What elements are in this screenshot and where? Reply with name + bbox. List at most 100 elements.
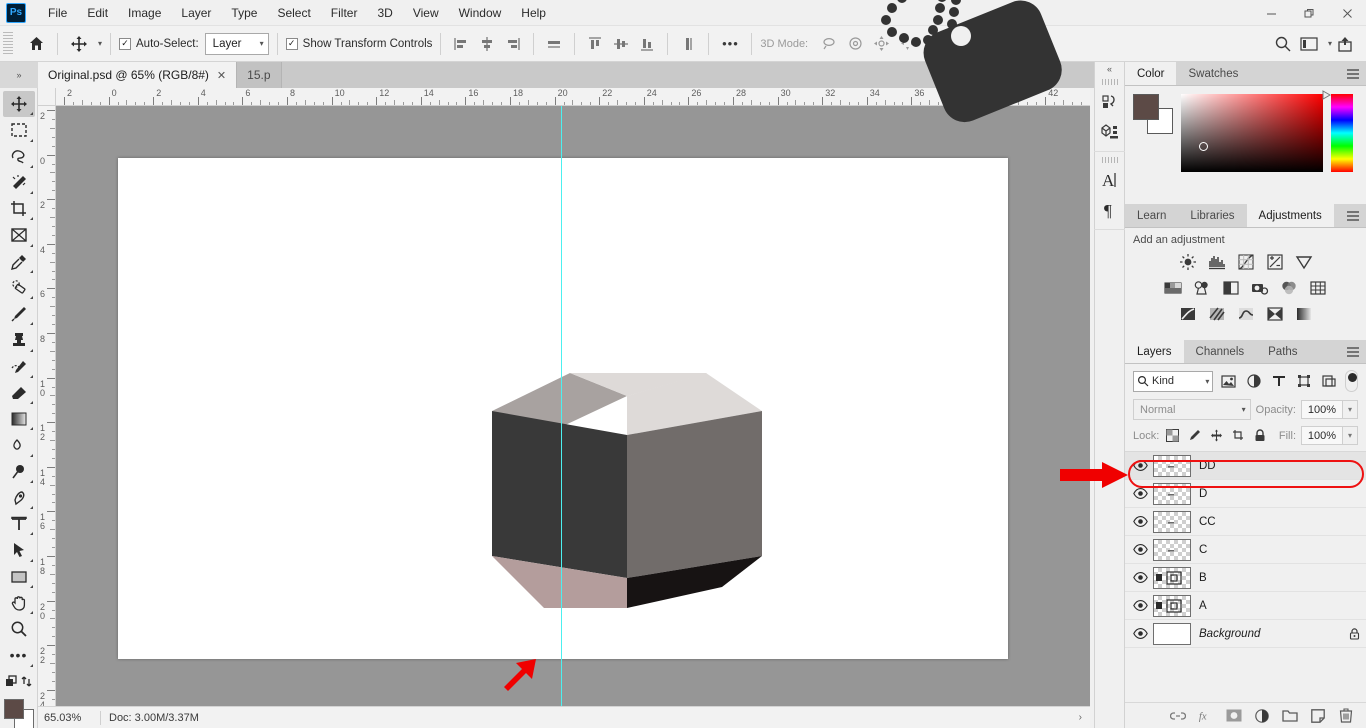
brightness-contrast-icon[interactable] [1178, 252, 1197, 271]
fill-chevron-icon[interactable]: ▾ [1343, 426, 1358, 445]
auto-select-checkbox[interactable]: ✓ [119, 37, 132, 50]
smart-object-filter-icon[interactable] [1320, 371, 1339, 391]
gradient-tool[interactable] [3, 406, 35, 432]
layer-thumbnail[interactable] [1153, 622, 1191, 645]
layer-row-d[interactable]: D [1125, 480, 1366, 508]
layer-thumbnail[interactable] [1153, 594, 1191, 617]
eye-icon[interactable] [1127, 572, 1153, 583]
home-icon[interactable] [23, 31, 49, 57]
layer-name[interactable]: CC [1199, 516, 1342, 528]
vertical-guide[interactable] [561, 106, 562, 706]
lock-position-icon[interactable] [1208, 428, 1224, 444]
layer-name[interactable]: Background [1199, 628, 1342, 640]
delete-layer-icon[interactable] [1338, 708, 1354, 724]
document-tab-original[interactable]: Original.psd @ 65% (RGB/8#) ✕ [38, 62, 238, 88]
more-options-icon[interactable]: ••• [717, 31, 743, 57]
panel-menu-icon[interactable] [1340, 204, 1366, 227]
menu-file[interactable]: File [38, 2, 77, 24]
color-panel-foreground-swatch[interactable] [1133, 94, 1159, 120]
lock-transparency-icon[interactable] [1164, 428, 1180, 444]
panel-menu-icon[interactable] [1340, 340, 1366, 363]
tab-paths[interactable]: Paths [1256, 340, 1310, 363]
curves-icon[interactable] [1236, 252, 1255, 271]
3d-orbit-icon[interactable] [816, 31, 842, 57]
vertical-ruler[interactable]: 20246810121416182022242628 [38, 106, 56, 706]
opacity-value[interactable]: 100% [1301, 400, 1343, 419]
move-tool-icon[interactable] [66, 31, 92, 57]
eye-icon[interactable] [1127, 516, 1153, 527]
show-transform-checkbox[interactable]: ✓ [285, 37, 298, 50]
layer-filter-kind-select[interactable]: Kind ▾ [1133, 370, 1214, 392]
layer-name[interactable]: A [1199, 600, 1342, 612]
tab-channels[interactable]: Channels [1183, 340, 1257, 363]
auto-select-scope-select[interactable]: Layer ▾ [204, 32, 269, 55]
collapse-panels-icon[interactable]: « [1094, 62, 1125, 76]
panel-menu-icon[interactable] [1340, 62, 1366, 85]
posterize-icon[interactable] [1207, 304, 1226, 323]
zoom-level[interactable]: 65.03% [38, 712, 92, 724]
align-right-edges-icon[interactable] [501, 32, 525, 56]
align-vertical-centers-icon[interactable] [609, 32, 633, 56]
tab-learn[interactable]: Learn [1125, 204, 1179, 227]
magic-wand-tool[interactable] [3, 170, 35, 196]
tab-layers[interactable]: Layers [1125, 340, 1184, 363]
menu-filter[interactable]: Filter [321, 2, 368, 24]
layer-mask-icon[interactable] [1226, 708, 1242, 724]
levels-icon[interactable] [1207, 252, 1226, 271]
menu-3d[interactable]: 3D [367, 2, 402, 24]
layer-row-cc[interactable]: CC [1125, 508, 1366, 536]
frame-tool[interactable] [3, 222, 35, 248]
layer-thumbnail[interactable] [1153, 454, 1191, 477]
options-grip[interactable] [3, 31, 13, 56]
layer-thumbnail[interactable] [1153, 538, 1191, 561]
layer-row-a[interactable]: A [1125, 592, 1366, 620]
menu-edit[interactable]: Edit [77, 2, 118, 24]
more-tools[interactable]: ••• [3, 642, 35, 668]
tab-swatches[interactable]: Swatches [1176, 62, 1251, 85]
color-panel-swatches[interactable] [1133, 94, 1173, 134]
tab-adjustments[interactable]: Adjustments [1246, 204, 1334, 227]
close-icon[interactable]: ✕ [217, 69, 226, 82]
clone-stamp-tool[interactable] [3, 327, 35, 353]
link-layers-icon[interactable] [1170, 708, 1186, 724]
layer-name[interactable]: B [1199, 572, 1342, 584]
marquee-tool[interactable] [3, 117, 35, 143]
photo-filter-icon[interactable] [1251, 278, 1270, 297]
hue-saturation-icon[interactable] [1164, 278, 1183, 297]
layer-name[interactable]: D [1199, 488, 1342, 500]
opacity-chevron-icon[interactable]: ▾ [1343, 400, 1358, 419]
dodge-tool[interactable] [3, 459, 35, 485]
pen-tool[interactable] [3, 485, 35, 511]
invert-icon[interactable] [1178, 304, 1197, 323]
character-icon[interactable]: A [1094, 165, 1125, 195]
hue-slider[interactable] [1331, 94, 1353, 172]
restore-button[interactable] [1290, 0, 1328, 26]
selective-color-icon[interactable] [1294, 304, 1313, 323]
lock-image-icon[interactable] [1186, 428, 1202, 444]
layer-style-icon[interactable]: fx [1198, 708, 1214, 724]
lasso-tool[interactable] [3, 144, 35, 170]
menu-select[interactable]: Select [267, 2, 320, 24]
adjustment-layer-icon[interactable] [1254, 708, 1270, 724]
rail-grip-top[interactable] [1101, 79, 1118, 85]
menu-window[interactable]: Window [449, 2, 512, 24]
crop-tool[interactable] [3, 196, 35, 222]
menu-layer[interactable]: Layer [171, 2, 221, 24]
type-tool[interactable] [3, 511, 35, 537]
healing-brush-tool[interactable] [3, 275, 35, 301]
rectangle-tool[interactable] [3, 564, 35, 590]
align-left-edges-icon[interactable] [449, 32, 473, 56]
adjustment-filter-icon[interactable] [1244, 371, 1263, 391]
document-tab-15[interactable]: 15.p [237, 62, 282, 88]
align-bottom-edges-icon[interactable] [635, 32, 659, 56]
3d-icon[interactable] [1094, 117, 1125, 147]
search-icon[interactable] [1270, 31, 1296, 57]
artboard[interactable] [118, 158, 1008, 659]
share-icon[interactable] [1332, 31, 1358, 57]
eyedropper-tool[interactable] [3, 249, 35, 275]
brush-tool[interactable] [3, 301, 35, 327]
type-filter-icon[interactable] [1269, 371, 1288, 391]
menu-help[interactable]: Help [511, 2, 556, 24]
color-field-marker[interactable] [1199, 142, 1208, 151]
layer-row-dd[interactable]: DD [1125, 452, 1366, 480]
